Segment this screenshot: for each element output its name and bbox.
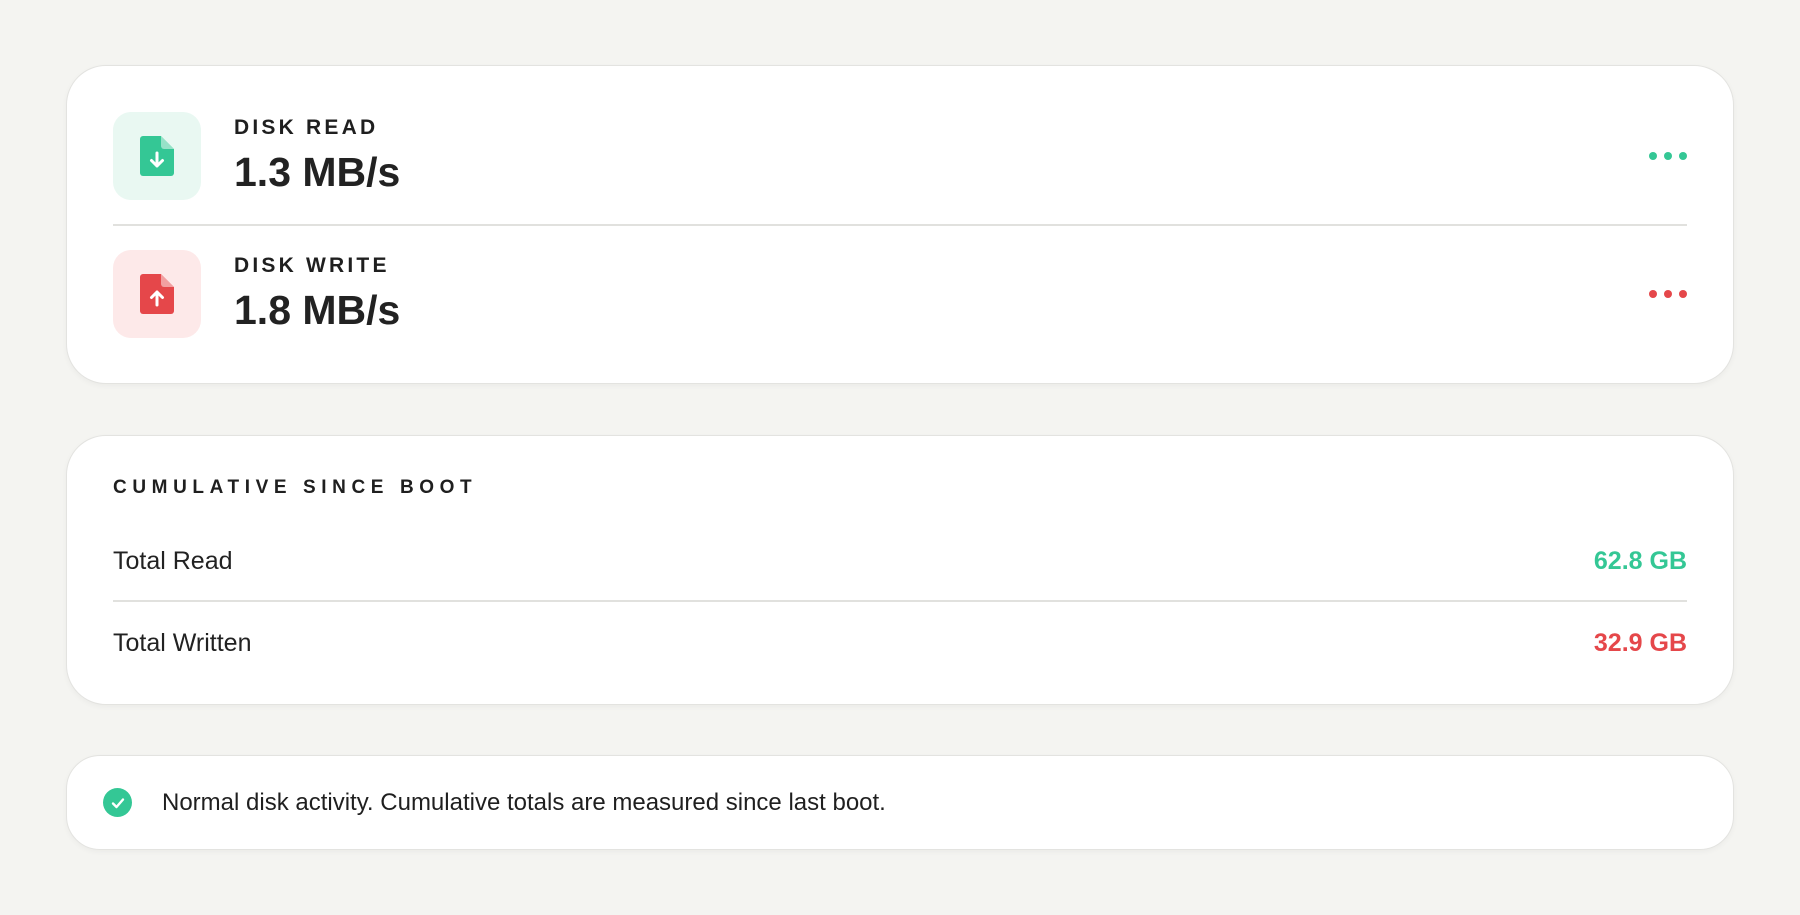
file-download-icon <box>140 136 174 176</box>
disk-write-more-button[interactable] <box>1649 282 1687 306</box>
disk-read-icon-tile <box>113 112 201 200</box>
more-dot-icon <box>1664 290 1672 298</box>
disk-rates-card: DISK READ 1.3 MB/s DISK WRITE 1.8 MB/s <box>66 65 1734 384</box>
disk-write-icon-tile <box>113 250 201 338</box>
rates-divider <box>113 224 1687 226</box>
disk-read-text: DISK READ 1.3 MB/s <box>234 116 1649 196</box>
total-read-label: Total Read <box>113 546 233 575</box>
totals-divider <box>113 600 1687 602</box>
disk-read-more-button[interactable] <box>1649 144 1687 168</box>
status-message: Normal disk activity. Cumulative totals … <box>103 756 886 849</box>
disk-read-value: 1.3 MB/s <box>234 149 401 195</box>
total-written-row: Total Written 32.9 GB <box>113 623 1687 663</box>
disk-read-row: DISK READ 1.3 MB/s <box>113 112 1687 200</box>
status-text: Normal disk activity. Cumulative totals … <box>162 788 886 816</box>
status-card: Normal disk activity. Cumulative totals … <box>66 755 1734 850</box>
more-dot-icon <box>1664 152 1672 160</box>
file-upload-icon <box>140 274 174 314</box>
total-read-value: 62.8 GB <box>1593 546 1687 575</box>
total-written-label: Total Written <box>113 628 252 657</box>
disk-write-value: 1.8 MB/s <box>234 287 401 333</box>
disk-read-label: DISK READ <box>234 116 379 139</box>
disk-write-text: DISK WRITE 1.8 MB/s <box>234 254 1649 334</box>
disk-write-row: DISK WRITE 1.8 MB/s <box>113 250 1687 338</box>
cumulative-title: CUMULATIVE SINCE BOOT <box>113 477 478 498</box>
cumulative-card: CUMULATIVE SINCE BOOT Total Read 62.8 GB… <box>66 435 1734 705</box>
check-circle-icon <box>103 788 132 817</box>
disk-write-label: DISK WRITE <box>234 254 390 277</box>
more-dot-icon <box>1679 152 1687 160</box>
more-dot-icon <box>1649 152 1657 160</box>
more-dot-icon <box>1649 290 1657 298</box>
total-read-row: Total Read 62.8 GB <box>113 541 1687 581</box>
total-written-value: 32.9 GB <box>1593 628 1687 657</box>
more-dot-icon <box>1679 290 1687 298</box>
